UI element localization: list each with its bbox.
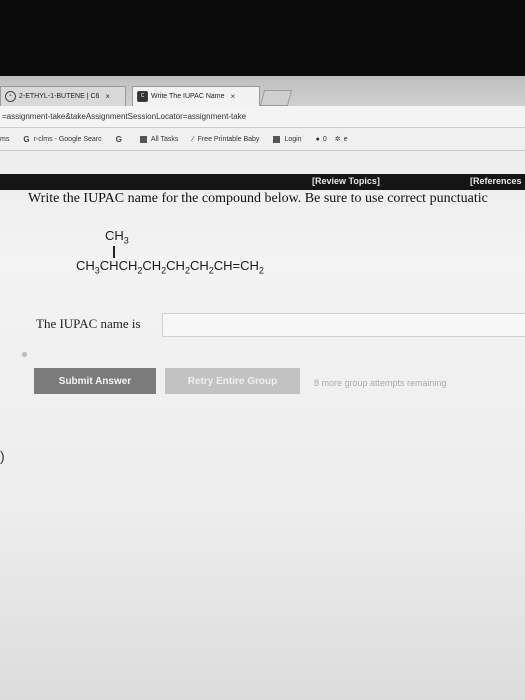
close-icon[interactable]: × bbox=[105, 92, 110, 101]
bookmark-all-tasks[interactable]: All Tasks bbox=[139, 135, 178, 143]
google-icon: G bbox=[23, 134, 30, 144]
branch-methyl: CH3 bbox=[105, 228, 129, 246]
new-tab-button[interactable] bbox=[259, 90, 293, 106]
login-icon bbox=[273, 135, 281, 143]
bookmark-google[interactable]: G bbox=[116, 135, 126, 144]
tab-ethyl-butene[interactable]: ⚬ 2-ETHYL-1-BUTENE | C6 × bbox=[0, 86, 126, 106]
bond-line bbox=[113, 246, 115, 258]
browser-window: ⚬ 2-ETHYL-1-BUTENE | C6 × C Write The IU… bbox=[0, 76, 525, 700]
url-text: =assignment-take&takeAssignmentSessionLo… bbox=[2, 112, 247, 121]
c-logo-icon: C bbox=[137, 91, 148, 102]
tab-iupac-name[interactable]: C Write The IUPAC Name × bbox=[132, 86, 260, 106]
attempts-remaining: 8 more group attempts remaining bbox=[314, 378, 447, 388]
review-topics-link[interactable]: [Review Topics] bbox=[312, 176, 380, 186]
google-icon: G bbox=[115, 134, 122, 144]
topics-bar: [Review Topics] [References bbox=[0, 174, 525, 190]
tab-bar: ⚬ 2-ETHYL-1-BUTENE | C6 × C Write The IU… bbox=[0, 76, 525, 106]
answer-input[interactable] bbox=[162, 313, 525, 337]
bookmark-login[interactable]: Login bbox=[273, 135, 302, 143]
answer-prompt: The IUPAC name is bbox=[36, 316, 141, 331]
question-text: Write the IUPAC name for the compound be… bbox=[28, 191, 488, 206]
address-bar[interactable]: =assignment-take&takeAssignmentSessionLo… bbox=[0, 106, 525, 128]
bookmark-e[interactable]: ✲ e bbox=[334, 135, 348, 144]
submit-answer-button[interactable]: Submit Answer bbox=[34, 368, 156, 394]
main-chain: CH3CHCH2CH2CH2CH2CH=CH2 bbox=[76, 258, 264, 276]
bookmark-google-search[interactable]: Gr-clms - Google Searc bbox=[23, 135, 101, 144]
tasks-icon bbox=[139, 135, 147, 143]
leaf-icon: ⁄ bbox=[192, 135, 194, 143]
tab-title: 2-ETHYL-1-BUTENE | C6 bbox=[19, 93, 100, 100]
cursor-dot bbox=[22, 352, 27, 357]
bookmark-zero[interactable]: ● 0 bbox=[316, 136, 327, 143]
globe-icon: ● bbox=[315, 135, 320, 143]
bookmarks-bar: ms Gr-clms - Google Searc G All Tasks ⁄ F… bbox=[0, 128, 525, 151]
tab-title: Write The IUPAC Name bbox=[151, 93, 225, 100]
retry-group-button[interactable]: Retry Entire Group bbox=[165, 368, 300, 394]
gear-icon: ✲ bbox=[334, 136, 341, 143]
molecule-icon: ⚬ bbox=[5, 91, 16, 102]
close-icon[interactable]: × bbox=[231, 92, 236, 101]
bookmark-free-printable[interactable]: ⁄ Free Printable Baby bbox=[192, 136, 259, 143]
bookmark-ms[interactable]: ms bbox=[0, 136, 9, 143]
references-link[interactable]: [References bbox=[470, 176, 522, 186]
left-edge-mark: ) bbox=[0, 448, 5, 464]
